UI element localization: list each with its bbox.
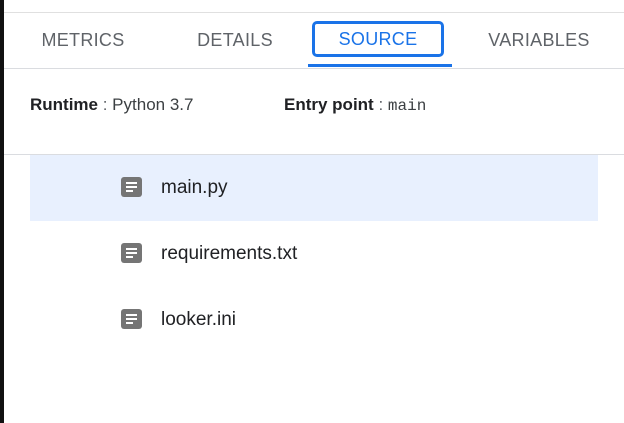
file-item[interactable]: main.py bbox=[30, 155, 598, 221]
entry-point-value: main bbox=[387, 97, 427, 115]
document-icon bbox=[121, 243, 142, 263]
tab-variables[interactable]: VARIABLES bbox=[474, 13, 604, 68]
entry-point-label: Entry point bbox=[284, 95, 374, 114]
file-name: main.py bbox=[161, 177, 228, 198]
file-list: main.py requirements.txt looker.ini bbox=[30, 155, 598, 353]
runtime-info: Runtime : Python 3.7 bbox=[30, 95, 193, 117]
tab-source[interactable]: SOURCE bbox=[312, 21, 444, 57]
tab-details[interactable]: DETAILS bbox=[176, 13, 294, 68]
entry-point-info: Entry point : main bbox=[284, 95, 426, 117]
runtime-value: Python 3.7 bbox=[112, 95, 194, 114]
entry-point-separator: : bbox=[373, 95, 388, 114]
file-item[interactable]: looker.ini bbox=[30, 287, 598, 353]
active-tab-indicator bbox=[308, 64, 452, 67]
file-name: requirements.txt bbox=[161, 243, 298, 264]
file-name: looker.ini bbox=[161, 309, 236, 330]
file-item[interactable]: requirements.txt bbox=[30, 221, 598, 287]
tab-bar: METRICS DETAILS SOURCE VARIABLES bbox=[4, 13, 624, 69]
runtime-separator: : bbox=[98, 95, 113, 114]
source-panel: METRICS DETAILS SOURCE VARIABLES Runtime… bbox=[0, 0, 624, 423]
runtime-label: Runtime bbox=[30, 95, 98, 114]
tab-metrics[interactable]: METRICS bbox=[24, 13, 142, 68]
document-icon bbox=[121, 309, 142, 329]
document-icon bbox=[121, 177, 142, 197]
